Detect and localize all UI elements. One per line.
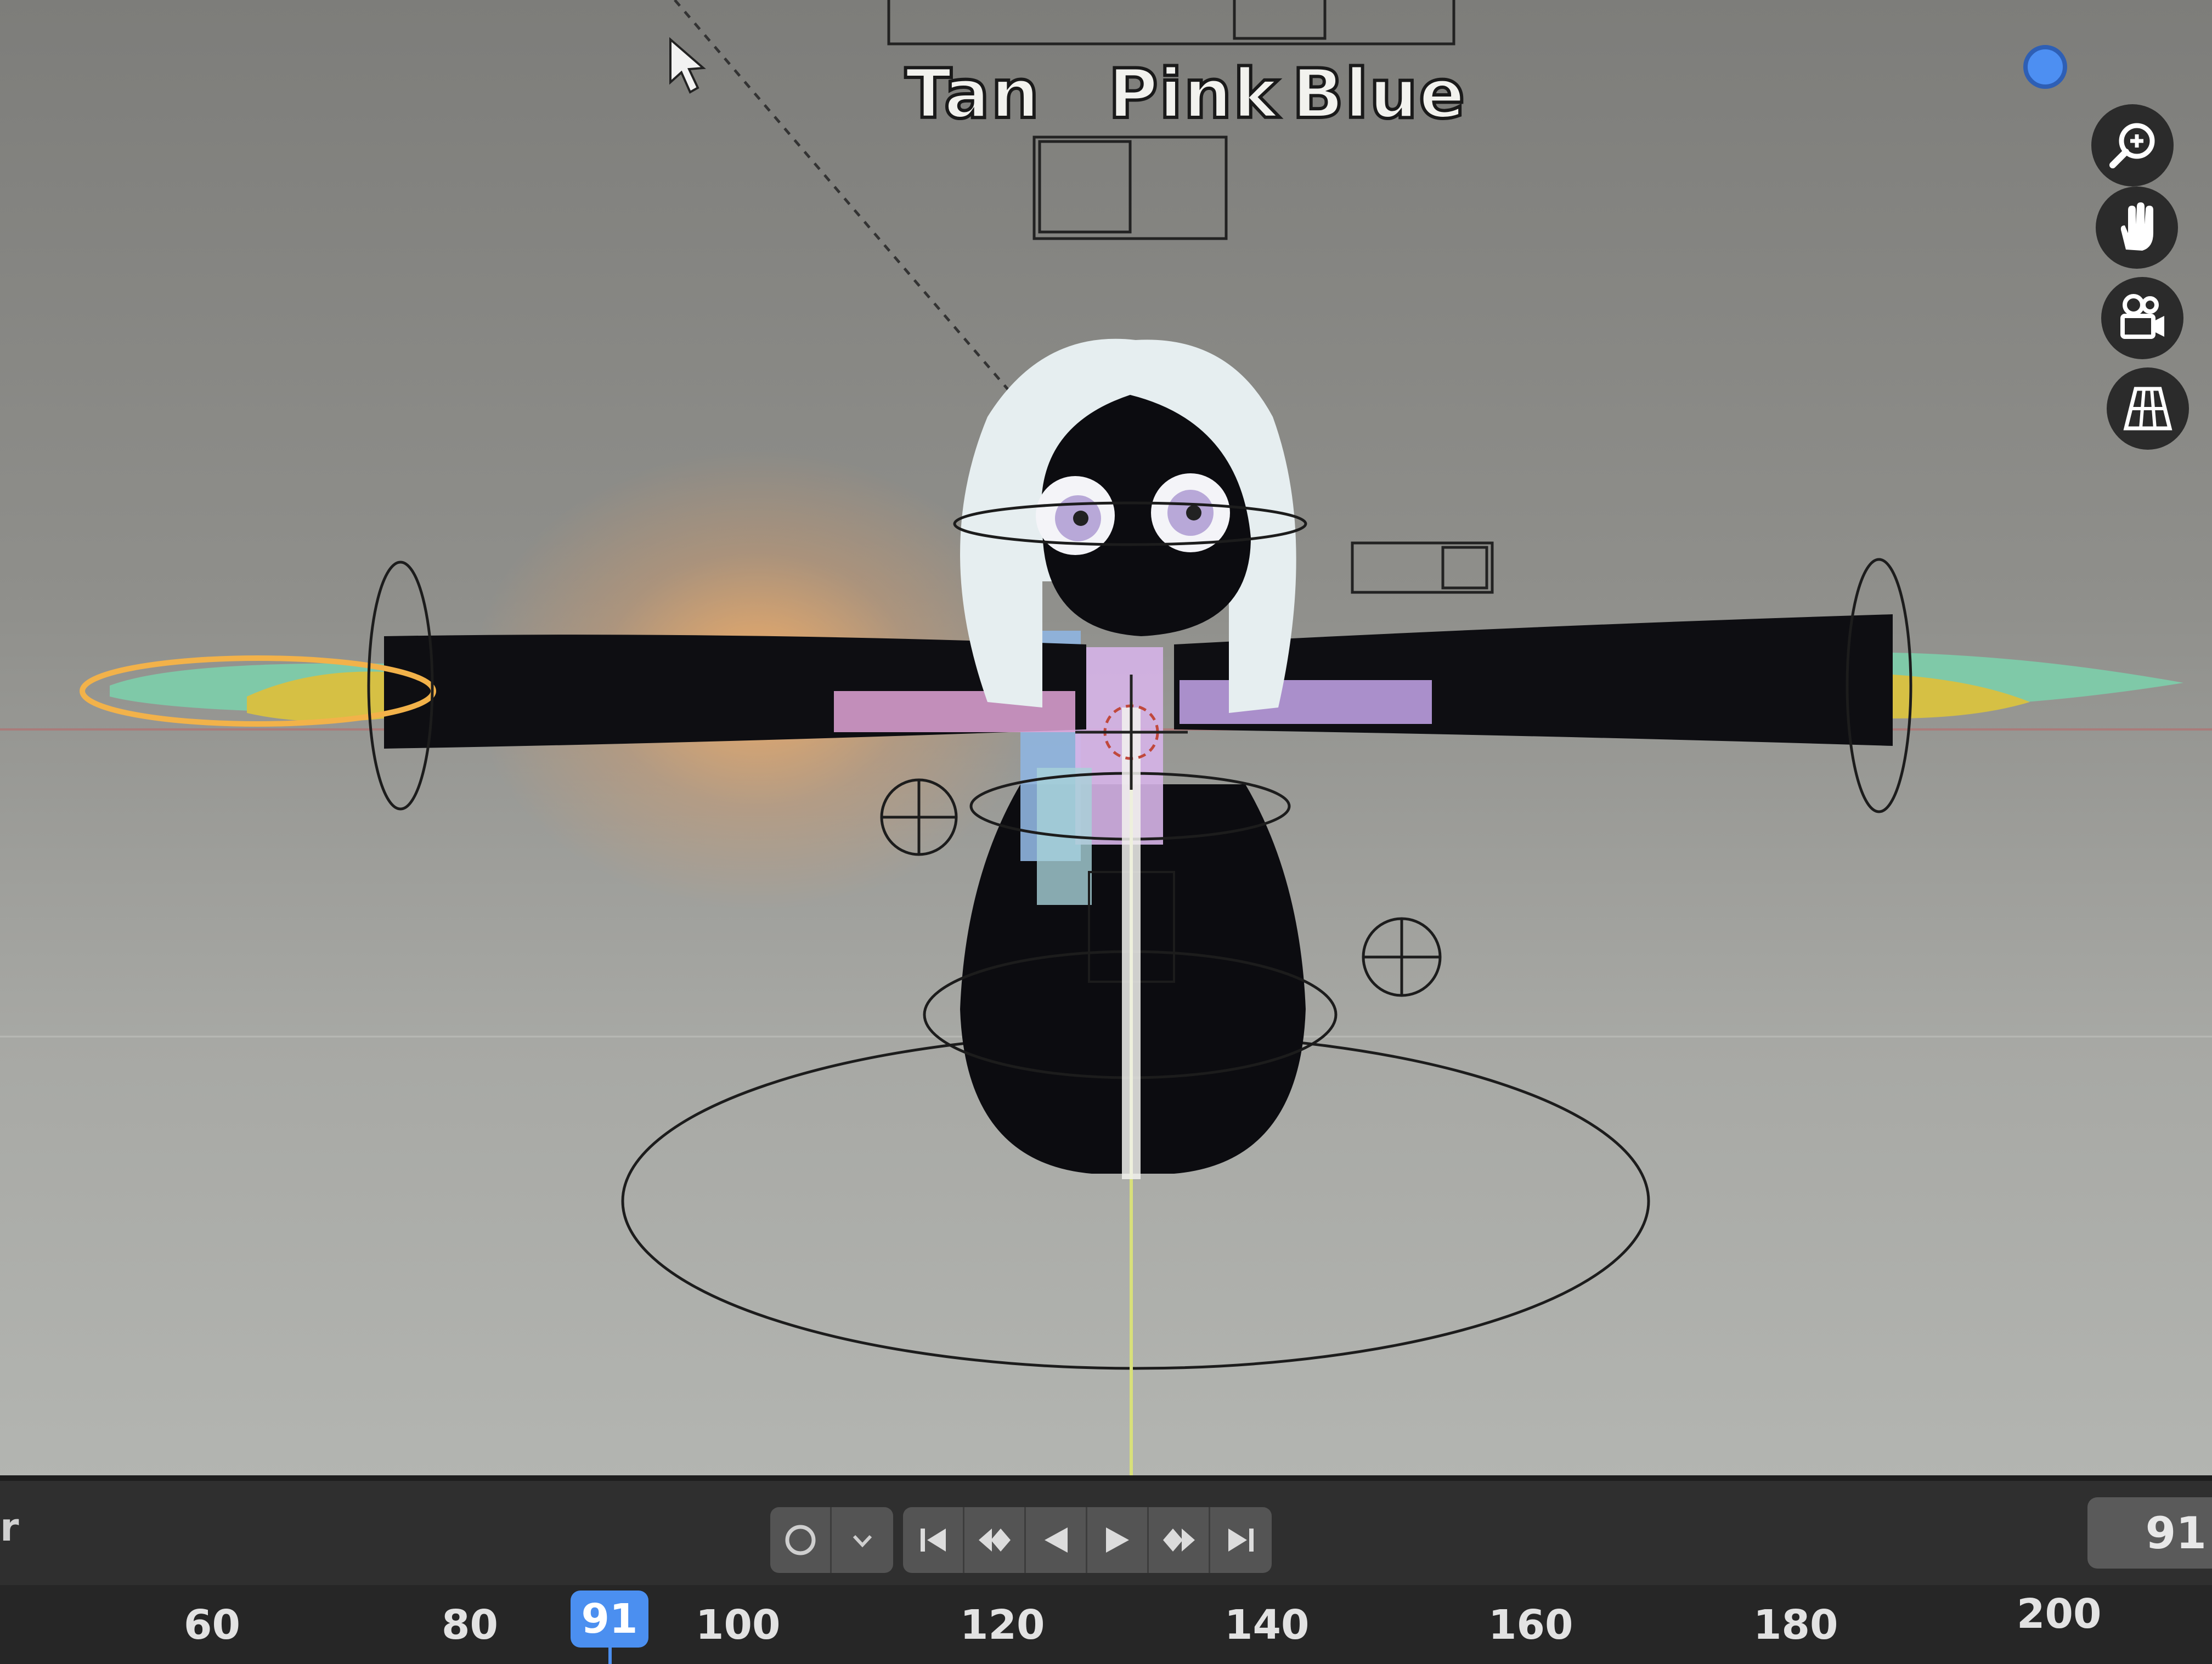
jump-start-icon [920,1529,946,1552]
axis-gizmo-dot[interactable] [2023,45,2067,89]
chevron-down-icon [853,1535,872,1548]
play-reverse-icon [1044,1527,1068,1553]
tick-label: 100 [696,1601,781,1649]
mouse-cursor-icon [669,37,706,94]
tick-label: 160 [1488,1601,1573,1649]
next-keyframe-icon [1163,1529,1195,1552]
record-group [770,1507,893,1573]
playback-controls [770,1507,1272,1573]
play-icon [1105,1527,1129,1553]
shape-key-label-tan: Tan [904,53,1041,135]
tick-label: 120 [960,1601,1045,1649]
transport-group [903,1507,1272,1573]
prev-keyframe-icon [978,1529,1011,1552]
slider-frame-top [887,0,1455,46]
play-reverse-button[interactable] [1026,1507,1087,1573]
slider-frame-side [1351,541,1494,594]
jump-to-start-button[interactable] [903,1507,964,1573]
slider-handle-middle [1038,140,1132,234]
jump-to-end-button[interactable] [1210,1507,1272,1573]
slider-handle-side [1441,546,1488,590]
zoom-in-icon [2109,123,2155,168]
record-circle-icon [785,1525,815,1555]
pan-button[interactable] [2096,186,2178,269]
camera-view-icon [2120,294,2164,339]
tick-label: 200 [2017,1591,2102,1638]
timeline-editor[interactable]: r 91 60 80 100 120 140 160 180 200 91 [0,1475,2212,1664]
left-target-control [880,778,958,856]
current-frame-field[interactable]: 91 [2087,1497,2212,1569]
sleeve-lilac [1180,680,1432,724]
jump-end-icon [1228,1529,1254,1552]
hand-pan-icon [2120,202,2153,251]
timeline-header-text: r [0,1505,19,1550]
playhead-line [608,1648,612,1664]
next-keyframe-button[interactable] [1149,1507,1210,1573]
right-target-control [1362,917,1442,997]
ortho-grid-icon [2123,387,2172,431]
play-button[interactable] [1087,1507,1149,1573]
tick-label: 140 [1224,1601,1310,1649]
frame-ruler[interactable]: 60 80 100 120 140 160 180 200 [0,1585,2212,1664]
3d-viewport[interactable]: Tan Pink Blue [0,0,2212,1481]
ortho-toggle-button[interactable] [2107,367,2189,450]
zoom-button[interactable] [2091,104,2174,186]
record-button[interactable] [770,1507,832,1573]
keying-dropdown[interactable] [832,1507,893,1573]
prev-keyframe-button[interactable] [964,1507,1026,1573]
scene-render [0,0,2212,1475]
tick-label: 60 [184,1601,240,1649]
tick-label: 80 [442,1601,498,1649]
camera-view-button[interactable] [2101,277,2183,359]
tick-label: 180 [1753,1601,1838,1649]
shape-key-label-pink: Pink [1107,53,1280,135]
slider-handle-top [1233,0,1327,40]
shape-key-label-blue: Blue [1290,53,1466,135]
current-frame-marker[interactable]: 91 [571,1591,648,1648]
